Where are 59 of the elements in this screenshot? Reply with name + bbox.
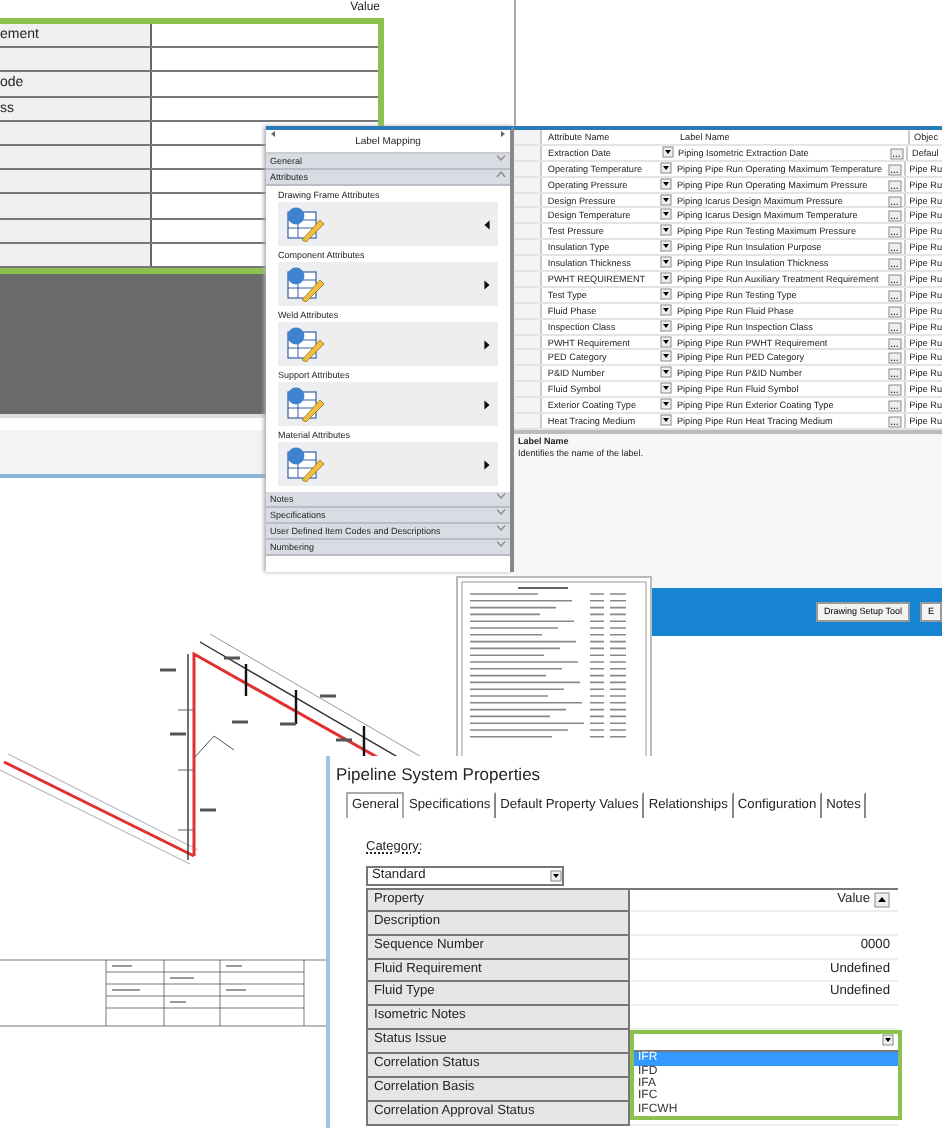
ellipsis-button[interactable] [887,352,902,365]
dropdown-arrow-icon[interactable] [660,319,673,332]
collapse-chevron-icon[interactable] [496,170,506,178]
attribute-group-tile[interactable] [278,442,498,486]
dropdown-arrow-icon[interactable] [660,208,673,221]
dropdown-arrow-icon[interactable] [882,1034,894,1047]
table-pencil-icon [286,446,326,482]
scroll-right-icon[interactable] [500,130,506,138]
left-arrow-icon[interactable] [484,219,490,229]
attribute-group-tile[interactable] [278,382,498,426]
ellipsis-button[interactable] [887,163,902,176]
dropdown-arrow-icon[interactable] [660,398,673,411]
dropdown-arrow-icon[interactable] [660,193,673,206]
dropdown-arrow-icon[interactable] [550,869,562,882]
dropdown-arrow-icon[interactable] [660,350,673,363]
ellipsis-button[interactable] [887,416,902,429]
ellipsis-button[interactable] [887,274,902,287]
attribute-group-tile[interactable] [278,262,498,306]
dropdown-arrow-icon[interactable] [660,177,673,190]
dropdown-arrow-icon[interactable] [660,287,673,300]
scroll-left-icon[interactable] [270,130,276,138]
expand-chevron-icon[interactable] [496,154,506,162]
right-arrow-icon[interactable] [484,339,490,349]
ellipsis-button[interactable] [887,258,902,271]
ellipsis-button[interactable] [887,195,902,208]
ellipsis-button[interactable] [887,337,902,350]
dropdown-arrow-icon[interactable] [660,272,673,285]
attribute-group-tile[interactable] [278,202,498,246]
right-arrow-icon[interactable] [484,399,490,409]
ellipsis-button[interactable] [887,368,902,381]
ellipsis-button[interactable] [887,400,902,413]
dropdown-arrow-icon[interactable] [660,335,673,348]
ellipsis-button[interactable] [887,321,902,334]
dropdown-arrow-icon[interactable] [660,414,673,427]
dialog-title: Pipeline System Properties [334,762,543,784]
ellipsis-button[interactable] [887,305,902,318]
table-pencil-icon [286,266,326,302]
dropdown-arrow-icon[interactable] [660,303,673,316]
table-pencil-icon [286,206,326,242]
dropdown-arrow-icon[interactable] [660,366,673,379]
ellipsis-button[interactable] [887,210,902,223]
dropdown-arrow-icon[interactable] [660,256,673,269]
dropdown-arrow-icon[interactable] [660,161,673,174]
scroll-up-icon[interactable] [874,891,890,908]
dropdown-arrow-icon[interactable] [660,240,673,253]
ellipsis-button[interactable] [887,226,902,239]
table-pencil-icon [286,386,326,422]
table-pencil-icon [286,326,326,362]
attribute-group-tile[interactable] [278,322,498,366]
dropdown-arrow-icon[interactable] [660,224,673,237]
ellipsis-button[interactable] [887,242,902,255]
dropdown-arrow-icon[interactable] [660,382,673,395]
right-arrow-icon[interactable] [484,279,490,289]
ellipsis-button[interactable] [890,147,904,160]
ellipsis-button[interactable] [887,179,902,192]
ellipsis-button[interactable] [887,384,902,397]
right-arrow-icon[interactable] [484,459,490,469]
dropdown-arrow-icon[interactable] [662,145,674,158]
ellipsis-button[interactable] [887,289,902,302]
